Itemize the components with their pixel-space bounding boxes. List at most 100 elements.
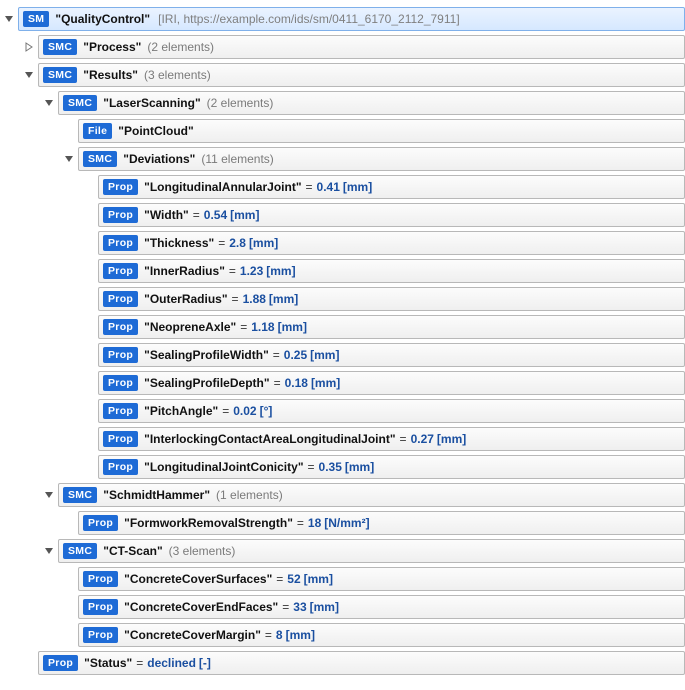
node-name: Results: [83, 68, 138, 82]
prop-unit: [mm]: [343, 180, 372, 194]
tree-row-prop[interactable]: PropNeopreneAxle=1.18[mm]: [0, 314, 685, 340]
tree-row-process[interactable]: SMC Process (2 elements): [0, 34, 685, 60]
prop-value: 1.88: [243, 292, 266, 306]
prop-unit: [mm]: [266, 264, 295, 278]
prop-name: OuterRadius: [144, 292, 227, 306]
tree-row-prop[interactable]: PropOuterRadius=1.88[mm]: [0, 286, 685, 312]
smc-tag: SMC: [43, 67, 77, 83]
prop-tag: Prop: [83, 599, 118, 615]
tree-row-results[interactable]: SMC Results (3 elements): [0, 62, 685, 88]
expand-toggle[interactable]: [42, 544, 56, 558]
tree-row-deviations[interactable]: SMC Deviations (11 elements): [0, 146, 685, 172]
prop-name: LongitudinalJointConicity: [144, 460, 303, 474]
prop-value: 1.23: [240, 264, 263, 278]
tree-row-status[interactable]: PropStatus=declined[-]: [0, 650, 685, 676]
tree-row-prop[interactable]: PropSealingProfileWidth=0.25[mm]: [0, 342, 685, 368]
prop-value: 2.8: [229, 236, 246, 250]
prop-value: 33: [293, 600, 306, 614]
prop-tag: Prop: [103, 207, 138, 223]
expand-toggle[interactable]: [42, 488, 56, 502]
tree-row-prop[interactable]: PropThickness=2.8[mm]: [0, 230, 685, 256]
prop-unit: [-]: [199, 656, 211, 670]
prop-value: 1.18: [251, 320, 274, 334]
prop-tag: Prop: [103, 179, 138, 195]
prop-value: 0.02: [233, 404, 256, 418]
prop-value: 52: [287, 572, 300, 586]
expand-toggle[interactable]: [22, 40, 36, 54]
element-count: (11 elements): [201, 152, 273, 166]
smc-tag: SMC: [63, 95, 97, 111]
tree-row-root[interactable]: SM QualityControl [IRI, https://example.…: [0, 6, 685, 32]
prop-name: LongitudinalAnnularJoint: [144, 180, 301, 194]
prop-tag: Prop: [103, 235, 138, 251]
tree-row-prop[interactable]: PropLongitudinalAnnularJoint=0.41[mm]: [0, 174, 685, 200]
smc-tag: SMC: [43, 39, 77, 55]
prop-unit: [mm]: [286, 628, 315, 642]
prop-value: 0.25: [284, 348, 307, 362]
prop-value: declined: [147, 656, 196, 670]
prop-value: 0.35: [319, 460, 342, 474]
prop-name: SealingProfileDepth: [144, 376, 269, 390]
tree-row-laser[interactable]: SMC LaserScanning (2 elements): [0, 90, 685, 116]
element-count: (1 elements): [216, 488, 283, 502]
prop-value: 0.18: [285, 376, 308, 390]
tree-row-ctscan[interactable]: SMC CT-Scan (3 elements): [0, 538, 685, 564]
prop-name: ConcreteCoverMargin: [124, 628, 261, 642]
prop-value: 0.41: [317, 180, 340, 194]
tree-row-prop[interactable]: PropLongitudinalJointConicity=0.35[mm]: [0, 454, 685, 480]
prop-tag: Prop: [103, 431, 138, 447]
tree-row-prop[interactable]: PropInterlockingContactAreaLongitudinalJ…: [0, 426, 685, 452]
submodel-tree: SM QualityControl [IRI, https://example.…: [0, 0, 685, 690]
prop-unit: [mm]: [310, 348, 339, 362]
element-count: (3 elements): [144, 68, 211, 82]
prop-tag: Prop: [83, 571, 118, 587]
tree-row-prop[interactable]: PropInnerRadius=1.23[mm]: [0, 258, 685, 284]
prop-name: ConcreteCoverSurfaces: [124, 572, 272, 586]
tree-row-prop[interactable]: PropWidth=0.54[mm]: [0, 202, 685, 228]
smc-tag: SMC: [63, 487, 97, 503]
prop-unit: [mm]: [278, 320, 307, 334]
node-name: QualityControl: [55, 12, 150, 26]
file-tag: File: [83, 123, 112, 139]
prop-name: ConcreteCoverEndFaces: [124, 600, 278, 614]
tree-row-prop[interactable]: PropConcreteCoverMargin=8[mm]: [0, 622, 685, 648]
expand-toggle[interactable]: [42, 96, 56, 110]
prop-name: Width: [144, 208, 189, 222]
prop-unit: [N/mm²]: [324, 516, 369, 530]
node-name: SchmidtHammer: [103, 488, 210, 502]
expand-toggle[interactable]: [2, 12, 16, 26]
smc-tag: SMC: [83, 151, 117, 167]
prop-tag: Prop: [103, 291, 138, 307]
prop-name: SealingProfileWidth: [144, 348, 269, 362]
prop-value: 0.54: [204, 208, 227, 222]
expand-toggle[interactable]: [62, 152, 76, 166]
node-name: Deviations: [123, 152, 195, 166]
tree-row-prop[interactable]: PropConcreteCoverSurfaces=52[mm]: [0, 566, 685, 592]
prop-name: Thickness: [144, 236, 214, 250]
prop-name: InnerRadius: [144, 264, 225, 278]
smc-tag: SMC: [63, 543, 97, 559]
tree-row-prop[interactable]: PropFormworkRemovalStrength=18[N/mm²]: [0, 510, 685, 536]
node-name: CT-Scan: [103, 544, 162, 558]
tree-row-prop[interactable]: PropPitchAngle=0.02[°]: [0, 398, 685, 424]
expand-toggle[interactable]: [22, 68, 36, 82]
node-name: Process: [83, 40, 141, 54]
prop-unit: [mm]: [230, 208, 259, 222]
prop-tag: Prop: [103, 347, 138, 363]
tree-row-schmidt[interactable]: SMC SchmidtHammer (1 elements): [0, 482, 685, 508]
prop-name: FormworkRemovalStrength: [124, 516, 293, 530]
prop-unit: [mm]: [269, 292, 298, 306]
prop-unit: [mm]: [311, 376, 340, 390]
prop-name: Status: [84, 656, 132, 670]
prop-tag: Prop: [103, 319, 138, 335]
element-count: (2 elements): [147, 40, 214, 54]
prop-unit: [mm]: [310, 600, 339, 614]
iri-text: [IRI, https://example.com/ids/sm/0411_61…: [158, 12, 460, 26]
tree-row-prop[interactable]: PropSealingProfileDepth=0.18[mm]: [0, 370, 685, 396]
prop-unit: [mm]: [345, 460, 374, 474]
prop-tag: Prop: [103, 263, 138, 279]
prop-unit: [mm]: [437, 432, 466, 446]
tree-row-pointcloud[interactable]: File PointCloud: [0, 118, 685, 144]
node-name: PointCloud: [118, 124, 193, 138]
tree-row-prop[interactable]: PropConcreteCoverEndFaces=33[mm]: [0, 594, 685, 620]
